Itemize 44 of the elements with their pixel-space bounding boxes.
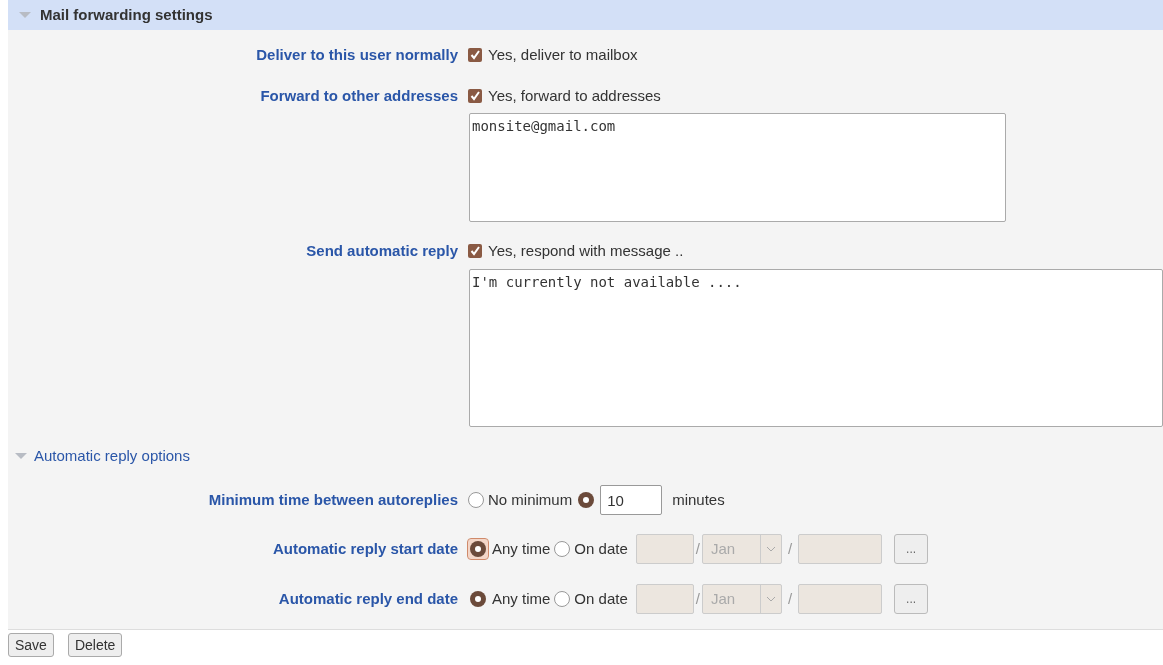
minutes-field[interactable]: 10 (600, 485, 663, 515)
chevron-down-icon (765, 596, 776, 602)
field-label: Automatic reply end date (278, 589, 458, 607)
date-separator: / (695, 588, 700, 609)
date-separator: / (787, 588, 793, 609)
checkbox[interactable] (468, 48, 482, 63)
checkbox-label: Yes, deliver to mailbox (488, 45, 638, 65)
unit-label: minutes (672, 489, 725, 510)
radio-button[interactable] (554, 541, 571, 557)
checkbox[interactable] (468, 88, 482, 103)
date-picker-button[interactable]: ... (894, 584, 929, 614)
field-label: Deliver to this user normally (256, 46, 458, 63)
collapse-icon[interactable] (14, 450, 28, 461)
text-area[interactable]: monsite@gmail.com (469, 113, 1006, 222)
section-title: Mail forwarding settings (40, 4, 213, 25)
date-separator: / (787, 538, 793, 559)
checkbox-label: Yes, forward to addresses (488, 85, 661, 106)
form-button[interactable]: Save (8, 633, 54, 657)
radio-label: Any time (492, 538, 551, 559)
field-label: Send automatic reply (306, 242, 458, 259)
collapse-icon[interactable] (18, 10, 32, 20)
text-area[interactable]: I'm currently not available .... (469, 268, 1163, 427)
radio-button[interactable] (470, 591, 486, 607)
form-button[interactable]: Delete (67, 633, 123, 657)
field-label: Automatic reply start date (272, 539, 458, 557)
chevron-down-icon (765, 546, 776, 552)
radio-button[interactable] (468, 492, 484, 508)
date-separator: / (695, 538, 700, 559)
radio-label: On date (574, 588, 628, 609)
checkbox[interactable] (468, 244, 482, 259)
subsection-toggle[interactable]: Automatic reply options (34, 444, 190, 467)
year-field[interactable] (798, 584, 883, 614)
checkbox-label: Yes, respond with message .. (488, 241, 684, 261)
radio-label: On date (574, 538, 628, 559)
field-label: Minimum time between autoreplies (208, 490, 458, 508)
date-picker-button[interactable]: ... (894, 534, 929, 564)
year-field[interactable] (798, 534, 883, 564)
field-label: Forward to other addresses (260, 86, 458, 104)
day-field[interactable] (635, 534, 694, 564)
radio-label: No minimum (488, 489, 573, 510)
radio-label: Any time (492, 588, 551, 609)
radio-button[interactable] (554, 591, 571, 607)
radio-button[interactable] (578, 492, 595, 508)
day-field[interactable] (635, 584, 694, 614)
